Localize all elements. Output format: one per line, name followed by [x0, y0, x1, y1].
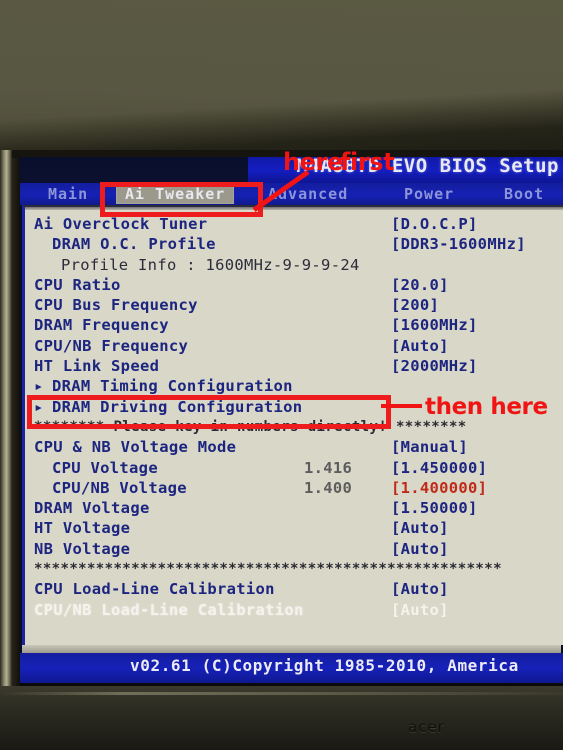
- arrow-to-ai-tweaker: [252, 169, 310, 213]
- annotation-arrows: [252, 169, 422, 408]
